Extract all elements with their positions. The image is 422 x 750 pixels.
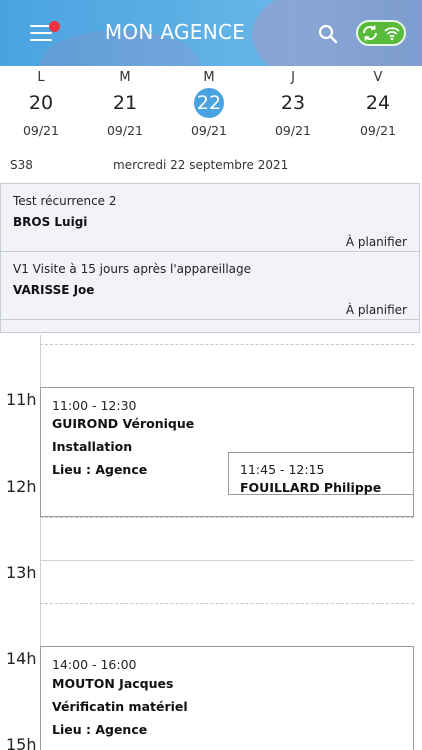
notification-badge [49, 21, 60, 32]
list-item-partial[interactable] [1, 320, 419, 332]
list-item[interactable]: V1 Visite à 15 jours après l'appareillag… [1, 252, 419, 320]
app-header: MON AGENCE [0, 0, 422, 66]
date-bar: S38 mercredi 22 septembre 2021 [0, 150, 422, 182]
selected-date: mercredi 22 septembre 2021 [113, 158, 289, 172]
sync-status-button[interactable] [356, 20, 406, 46]
list-item[interactable]: Test récurrence 2 BROS Luigi À planifier [1, 184, 419, 252]
day-calendar[interactable]: 11h 12h 13h 14h 15h 11:00 - 12:30 GUIRON… [0, 335, 422, 750]
hour-label: 11h [6, 390, 37, 409]
appointment-card[interactable]: 11:45 - 12:15 FOUILLARD Philippe [228, 452, 414, 495]
hour-label: 12h [6, 477, 37, 496]
appointment-card[interactable]: 14:00 - 16:00 MOUTON Jacques Vérificatin… [40, 646, 414, 750]
status-badge: À planifier [345, 303, 407, 317]
status-badge: À planifier [345, 235, 407, 249]
hour-label: 14h [6, 649, 37, 668]
selected-day-indicator: 22 [194, 88, 224, 118]
search-icon[interactable] [318, 24, 338, 44]
unscheduled-list: Test récurrence 2 BROS Luigi À planifier… [0, 183, 420, 333]
wifi-icon [384, 27, 400, 41]
hour-label: 15h [6, 735, 37, 750]
hour-label: 13h [6, 563, 37, 582]
sync-icon [362, 25, 378, 41]
week-number: S38 [10, 158, 33, 172]
page-title: MON AGENCE [104, 20, 246, 44]
week-strip: L 20 09/21 M 21 09/21 M 22 09/21 J 23 09… [22, 70, 397, 138]
